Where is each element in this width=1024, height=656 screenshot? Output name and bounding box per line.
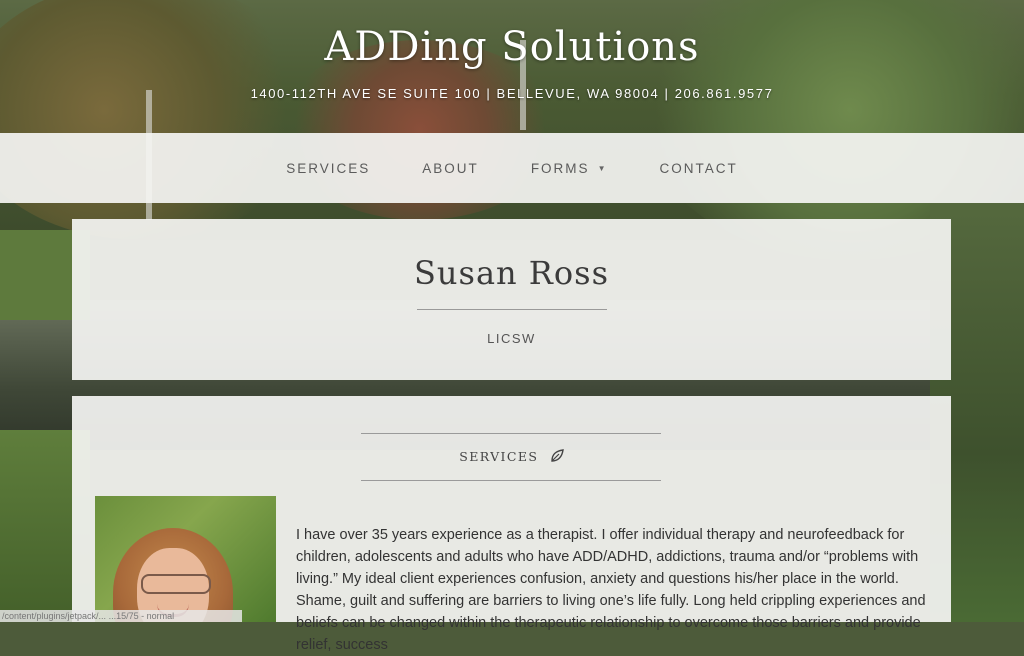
services-description: I have over 35 years experience as a the… (296, 527, 926, 653)
caret-down-icon: ▼ (597, 163, 608, 173)
profile-photo (95, 496, 276, 622)
nav-services-label: SERVICES (286, 160, 371, 176)
nav-about-label: ABOUT (422, 160, 479, 176)
services-heading-label: SERVICES (459, 449, 539, 464)
divider (417, 309, 607, 310)
nav-contact[interactable]: CONTACT (659, 161, 737, 176)
nav-services[interactable]: SERVICES (286, 161, 370, 176)
divider-top (361, 433, 661, 434)
browser-status-bar: /content/plugins/jetpack/... ...15/75 - … (0, 610, 242, 622)
nav-forms-dropdown[interactable]: FORMS ▼ (531, 161, 608, 176)
profile-name: Susan Ross (413, 254, 609, 292)
leaf-icon (550, 449, 564, 466)
site-title[interactable]: ADDing Solutions (0, 24, 1024, 70)
nav-contact-label: CONTACT (659, 160, 738, 176)
site-address: 1400-112TH AVE SE SUITE 100 | BELLEVUE, … (250, 86, 774, 101)
divider-bottom (361, 480, 661, 481)
main-navbar: SERVICES ABOUT FORMS ▼ CONTACT (0, 133, 1024, 203)
nav-about[interactable]: ABOUT (422, 161, 479, 176)
services-panel: SERVICES I have over 35 years experience… (72, 396, 951, 653)
profile-header-panel: Susan Ross LICSW (72, 219, 951, 380)
profile-credential: LICSW (487, 331, 536, 346)
nav-forms-label: FORMS (530, 160, 590, 176)
services-heading: SERVICES (72, 449, 951, 466)
